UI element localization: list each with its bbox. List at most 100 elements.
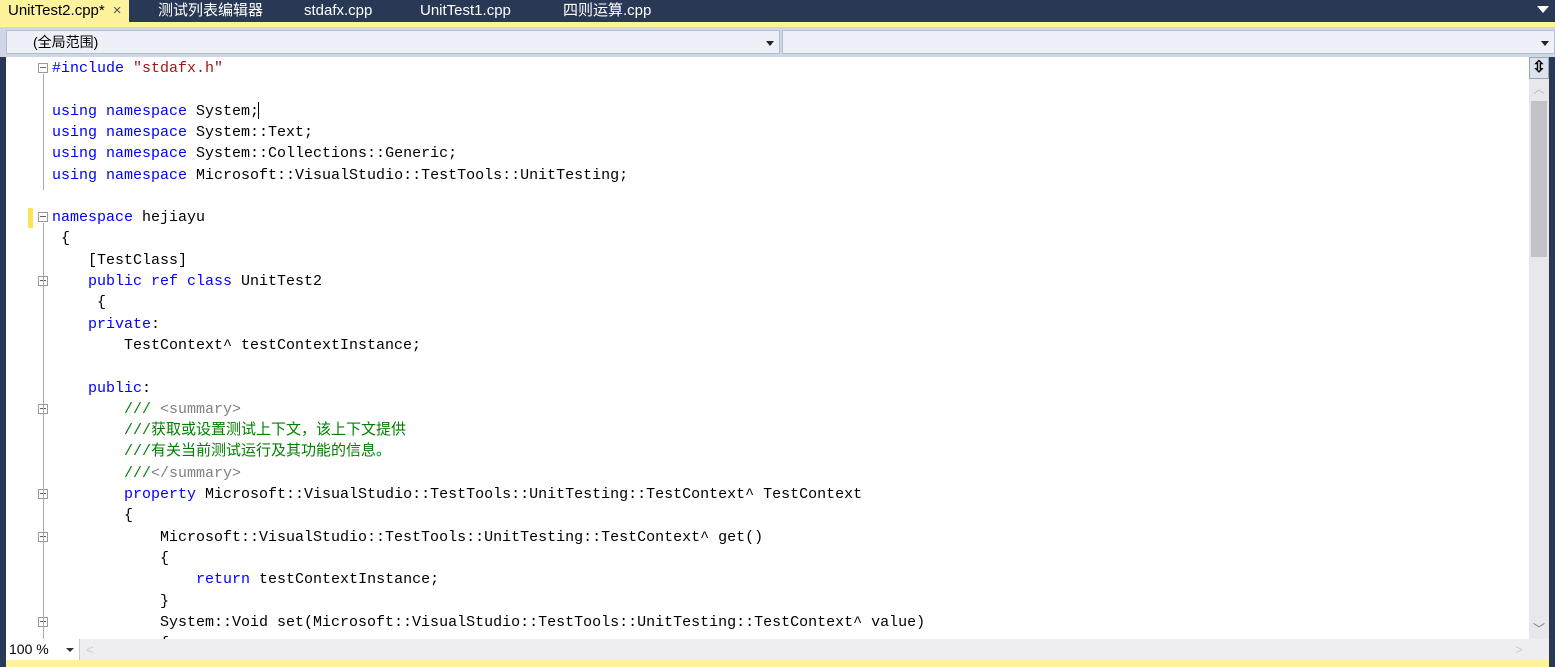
outline-guide <box>43 74 44 190</box>
code-token: using namespace <box>52 123 188 141</box>
scroll-down-icon[interactable]: ﹀ <box>1529 619 1549 639</box>
scroll-right-icon[interactable]: > <box>1515 639 1523 660</box>
document-tab-bar: UnitTest2.cpp* × 测试列表编辑器 stdafx.cpp UnitTest… <box>0 0 1555 22</box>
code-line: #include "stdafx.h" <box>52 58 223 79</box>
navigation-bar: (全局范围) <box>0 27 1555 57</box>
tab-label: UnitTest2.cpp* <box>8 2 105 19</box>
code-token: Microsoft::VisualStudio::TestTools::Unit… <box>196 486 863 503</box>
tab-overflow-dropdown-icon[interactable] <box>1537 6 1549 13</box>
code-line: using namespace System::Collections::Gen… <box>52 143 457 164</box>
status-strip <box>6 660 1549 667</box>
collapse-outline-icon[interactable] <box>38 63 48 73</box>
editor-bottom-bar: 100 % < > <box>6 639 1549 660</box>
code-token: { <box>52 549 170 567</box>
code-token: public <box>88 379 143 397</box>
code-token: property <box>124 486 197 503</box>
code-token: ///获取或设置测试上下文，该上下文提供 <box>124 422 407 440</box>
split-window-icon[interactable]: ⇳ <box>1529 57 1549 79</box>
outline-guide <box>43 223 44 639</box>
tab-label: stdafx.cpp <box>304 2 373 19</box>
scope-dropdown[interactable]: (全局范围) <box>6 30 780 54</box>
code-line: private: <box>52 314 160 335</box>
code-editor[interactable]: #include "stdafx.h" using namespace Syste… <box>6 57 1549 639</box>
code-token: /// <box>124 464 152 482</box>
collapse-outline-icon[interactable] <box>38 212 48 223</box>
code-line: using namespace System::Text; <box>52 122 313 143</box>
scroll-left-icon[interactable]: < <box>86 639 94 660</box>
code-token: Microsoft::VisualStudio::TestTools::Unit… <box>187 166 629 184</box>
tab-2[interactable]: stdafx.cpp <box>296 0 380 22</box>
chevron-down-icon <box>766 41 774 46</box>
vertical-scrollbar[interactable]: ⇳ ︿ ﹀ <box>1529 57 1549 639</box>
scrollbar-thumb[interactable] <box>1531 101 1547 257</box>
unsaved-change-marker <box>28 208 33 228</box>
code-token: using namespace <box>52 102 188 120</box>
code-token: namespace <box>52 209 134 227</box>
code-line: public: <box>52 378 151 399</box>
code-token: hejiayu <box>133 209 206 227</box>
tab-label: 测试列表编辑器 <box>158 2 264 19</box>
chevron-down-icon <box>1541 41 1549 46</box>
code-line: using namespace Microsoft::VisualStudio:… <box>52 165 628 186</box>
code-token: ///有关当前测试运行及其功能的信息。 <box>124 443 392 461</box>
code-line: ///</summary> <box>52 463 241 484</box>
tab-1[interactable]: 测试列表编辑器 <box>150 0 271 22</box>
scope-dropdown-value: (全局范围) <box>33 34 99 50</box>
indicator-margin <box>6 57 26 639</box>
tab-label: UnitTest1.cpp <box>420 2 511 19</box>
zoom-dropdown[interactable]: 100 % <box>6 639 80 660</box>
code-line: TestContext^ testContextInstance; <box>52 335 421 356</box>
code-token: { <box>52 507 134 525</box>
code-line: ///获取或设置测试上下文，该上下文提供 <box>52 420 406 441</box>
code-line: { <box>52 548 169 569</box>
code-token: System::Collections::Generic; <box>187 145 458 163</box>
code-token: return <box>196 571 251 589</box>
tab-4[interactable]: 四则运算.cpp <box>555 0 659 22</box>
code-token: using namespace <box>52 145 188 163</box>
tab-0[interactable]: UnitTest2.cpp* × <box>0 0 130 22</box>
code-line: } <box>52 591 169 612</box>
code-line: ///有关当前测试运行及其功能的信息。 <box>52 441 391 462</box>
code-token: /// <box>124 400 152 418</box>
code-token: public ref class <box>88 273 233 290</box>
code-token: private <box>88 315 152 333</box>
code-line: { <box>52 228 70 249</box>
code-line: /// <summary> <box>52 399 241 420</box>
code-token: System::Text; <box>187 123 314 141</box>
member-dropdown[interactable] <box>782 30 1555 54</box>
code-token: Microsoft::VisualStudio::TestTools::Unit… <box>52 528 764 546</box>
code-line: Microsoft::VisualStudio::TestTools::Unit… <box>52 527 763 548</box>
code-token: System; <box>187 102 260 120</box>
code-line: [TestClass] <box>52 250 187 271</box>
code-token: [TestClass] <box>52 251 188 269</box>
tab-label: 四则运算.cpp <box>563 2 652 19</box>
code-token: : <box>142 379 152 397</box>
code-line: System::Void set(Microsoft::VisualStudio… <box>52 612 925 633</box>
code-token: { <box>52 294 107 312</box>
zoom-level: 100 % <box>9 641 49 657</box>
code-token: using namespace <box>52 166 188 184</box>
code-token: } <box>52 592 170 610</box>
code-token: "stdafx.h" <box>133 60 224 77</box>
code-token: </summary> <box>151 464 242 482</box>
code-token: testContextInstance; <box>250 571 440 589</box>
text-caret <box>258 102 259 119</box>
code-token: { <box>52 230 71 248</box>
chevron-down-icon <box>66 648 74 652</box>
tab-3[interactable]: UnitTest1.cpp <box>412 0 519 22</box>
code-line: public ref class UnitTest2 <box>52 271 322 292</box>
code-line: { <box>52 505 133 526</box>
scroll-up-icon[interactable]: ︿ <box>1529 79 1549 99</box>
close-tab-icon[interactable]: × <box>113 2 122 19</box>
code-line: property Microsoft::VisualStudio::TestTo… <box>52 484 862 505</box>
code-token: UnitTest2 <box>232 273 323 290</box>
